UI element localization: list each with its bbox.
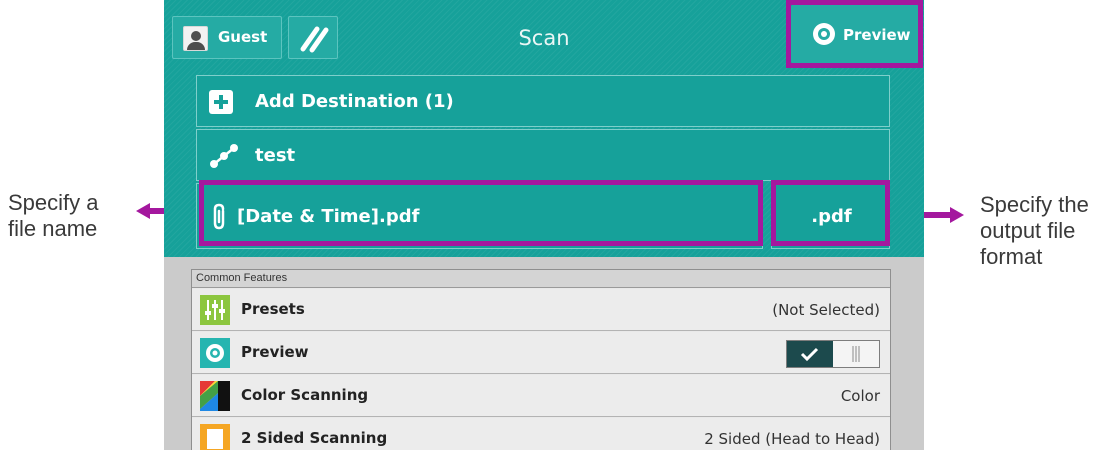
- feature-label: Presets: [241, 300, 305, 318]
- feature-value: 2 Sided (Head to Head): [704, 430, 880, 448]
- callout-specify-file-name: Specify a file name: [8, 190, 133, 242]
- checkmark-icon: [800, 347, 819, 362]
- color-scanning-icon: [200, 381, 230, 411]
- preview-highlight-box: [786, 0, 923, 68]
- callout-text: Specify a: [8, 190, 99, 215]
- feature-value: Color: [840, 387, 880, 405]
- feature-row-preview[interactable]: Preview: [192, 332, 890, 374]
- feature-label: Preview: [241, 343, 309, 361]
- add-destination-label: Add Destination (1): [255, 91, 454, 112]
- feature-row-color-scanning[interactable]: Color Scanning Color: [192, 375, 890, 417]
- common-features-list: Common Features Presets (Not Selected) P…: [191, 269, 891, 450]
- feature-label: 2 Sided Scanning: [241, 429, 388, 447]
- add-destination-button[interactable]: Add Destination (1): [196, 75, 890, 127]
- feature-row-2-sided-scanning[interactable]: 2 Sided Scanning 2 Sided (Head to Head): [192, 418, 890, 450]
- callout-text: Specify the: [980, 192, 1089, 217]
- file-format-highlight-box: [771, 180, 890, 246]
- features-area: Common Features Presets (Not Selected) P…: [164, 257, 924, 450]
- feature-label: Color Scanning: [241, 386, 369, 404]
- scan-panel: Guest Scan Preview Add Destination (1) t…: [164, 0, 924, 450]
- section-title: Common Features: [192, 270, 890, 288]
- grip-lines-icon: [852, 346, 860, 362]
- destination-name: test: [255, 145, 296, 166]
- feature-row-presets[interactable]: Presets (Not Selected): [192, 289, 890, 331]
- preview-eye-icon: [200, 338, 230, 368]
- callout-text: file name: [8, 216, 98, 241]
- preview-toggle[interactable]: [786, 340, 880, 368]
- callout-specify-format: Specify the output file format: [980, 192, 1113, 270]
- network-nodes-icon: [210, 144, 238, 168]
- two-sided-icon: [200, 424, 230, 450]
- destination-item-test[interactable]: test: [196, 129, 890, 181]
- plus-icon: [209, 90, 233, 114]
- feature-value: (Not Selected): [772, 301, 880, 319]
- file-name-highlight-box: [199, 180, 763, 246]
- presets-icon: [200, 295, 230, 325]
- callout-text: output file: [980, 218, 1076, 243]
- callout-text: format: [980, 244, 1043, 269]
- toggle-on-knob: [787, 341, 833, 367]
